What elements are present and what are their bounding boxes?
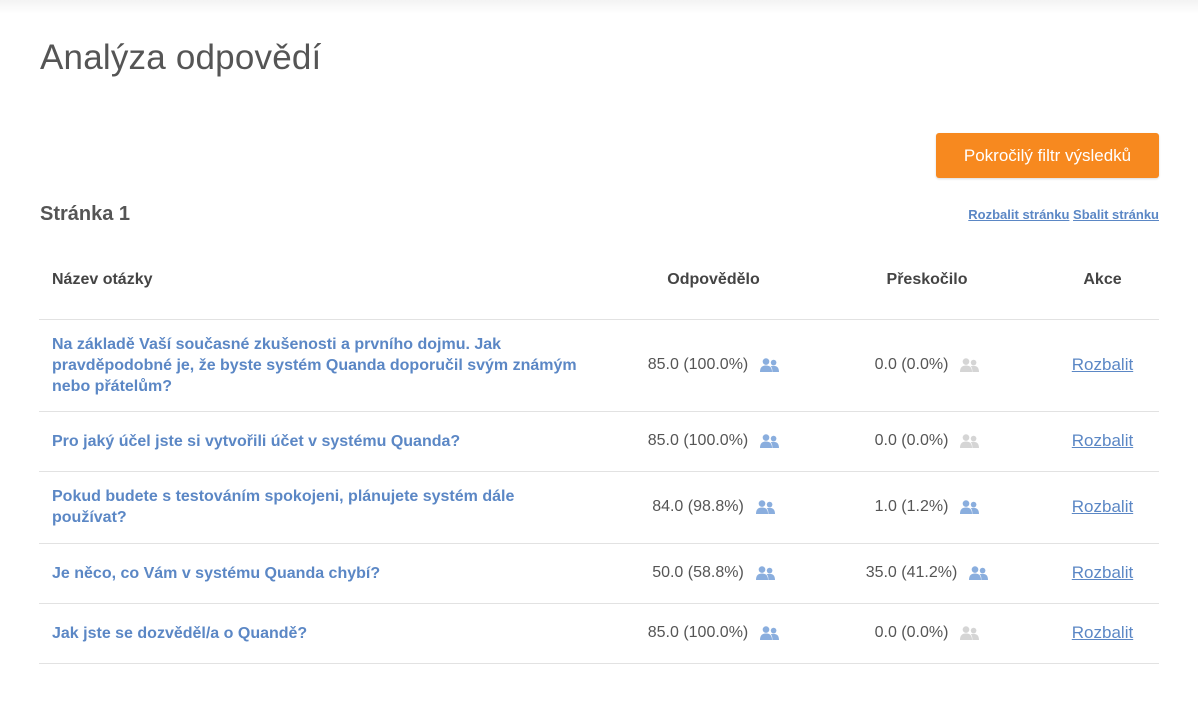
question-link[interactable]: Pro jaký účel jste si vytvořili účet v s… [52, 433, 460, 450]
answered-cell: 50.0 (58.8%) [619, 543, 808, 604]
people-icon [755, 500, 775, 514]
table-row: Je něco, co Vám v systému Quanda chybí? 5… [39, 543, 1159, 604]
answered-value: 85.0 (100.0%) [647, 432, 749, 449]
top-shadow [0, 0, 1198, 14]
expand-question-link[interactable]: Rozbalit [1072, 623, 1133, 642]
people-icon [960, 434, 980, 448]
page-title: Analýza odpovědí [40, 38, 322, 77]
skipped-value: 0.0 (0.0%) [874, 432, 949, 449]
question-cell: Jak jste se dozvěděl/a o Quandě? [39, 603, 619, 664]
action-cell: Rozbalit [1046, 603, 1159, 664]
page-section-heading: Stránka 1 [40, 203, 131, 225]
action-cell: Rozbalit [1046, 411, 1159, 472]
collapse-page-link[interactable]: Sbalit stránku [1073, 207, 1159, 222]
skipped-value: 0.0 (0.0%) [874, 624, 949, 641]
question-link[interactable]: Pokud budete s testováním spokojeni, plá… [52, 488, 514, 526]
answered-cell: 85.0 (100.0%) [619, 603, 808, 664]
table-row: Jak jste se dozvěděl/a o Quandě? 85.0 (10… [39, 603, 1159, 664]
skipped-value: 1.0 (1.2%) [874, 498, 949, 515]
question-cell: Na základě Vaší současné zkušenosti a pr… [39, 319, 619, 412]
question-cell: Pokud budete s testováním spokojeni, plá… [39, 471, 619, 544]
people-icon [960, 626, 980, 640]
action-cell: Rozbalit [1046, 543, 1159, 604]
column-header-answered: Odpovědělo [619, 241, 808, 320]
people-icon [755, 566, 775, 580]
expand-question-link[interactable]: Rozbalit [1072, 431, 1133, 450]
answered-value: 85.0 (100.0%) [647, 624, 749, 641]
answered-cell: 84.0 (98.8%) [619, 471, 808, 544]
expand-question-link[interactable]: Rozbalit [1072, 355, 1133, 374]
people-icon [960, 500, 980, 514]
column-header-question: Název otázky [39, 241, 619, 320]
answered-value: 84.0 (98.8%) [652, 498, 744, 515]
answered-value: 50.0 (58.8%) [652, 564, 744, 581]
column-header-skipped: Přeskočilo [808, 241, 1046, 320]
answered-value: 85.0 (100.0%) [647, 356, 749, 373]
answered-cell: 85.0 (100.0%) [619, 319, 808, 412]
expand-question-link[interactable]: Rozbalit [1072, 563, 1133, 582]
table-row: Pokud budete s testováním spokojeni, plá… [39, 471, 1159, 544]
question-link[interactable]: Jak jste se dozvěděl/a o Quandě? [52, 625, 307, 642]
question-link[interactable]: Je něco, co Vám v systému Quanda chybí? [52, 565, 380, 582]
results-table: Název otázky Odpovědělo Přeskočilo Akce … [39, 241, 1159, 664]
skipped-cell: 1.0 (1.2%) [808, 471, 1046, 544]
skipped-cell: 0.0 (0.0%) [808, 411, 1046, 472]
question-cell: Pro jaký účel jste si vytvořili účet v s… [39, 411, 619, 472]
question-link[interactable]: Na základě Vaší současné zkušenosti a pr… [52, 336, 577, 395]
people-icon [760, 626, 780, 640]
people-icon [760, 358, 780, 372]
action-cell: Rozbalit [1046, 471, 1159, 544]
table-row: Pro jaký účel jste si vytvořili účet v s… [39, 411, 1159, 472]
skipped-value: 0.0 (0.0%) [874, 356, 949, 373]
answered-cell: 85.0 (100.0%) [619, 411, 808, 472]
expand-page-link[interactable]: Rozbalit stránku [968, 207, 1069, 222]
expand-question-link[interactable]: Rozbalit [1072, 497, 1133, 516]
advanced-filter-button[interactable]: Pokročilý filtr výsledků [936, 133, 1159, 178]
people-icon [969, 566, 989, 580]
skipped-cell: 35.0 (41.2%) [808, 543, 1046, 604]
table-header-row: Název otázky Odpovědělo Přeskočilo Akce [39, 241, 1159, 320]
skipped-cell: 0.0 (0.0%) [808, 603, 1046, 664]
table-row: Na základě Vaší současné zkušenosti a pr… [39, 319, 1159, 412]
people-icon [960, 358, 980, 372]
people-icon [760, 434, 780, 448]
page-section-links: Rozbalit stránku Sbalit stránku [968, 207, 1159, 222]
skipped-value: 35.0 (41.2%) [865, 564, 958, 581]
skipped-cell: 0.0 (0.0%) [808, 319, 1046, 412]
action-cell: Rozbalit [1046, 319, 1159, 412]
column-header-action: Akce [1046, 241, 1159, 320]
question-cell: Je něco, co Vám v systému Quanda chybí? [39, 543, 619, 604]
